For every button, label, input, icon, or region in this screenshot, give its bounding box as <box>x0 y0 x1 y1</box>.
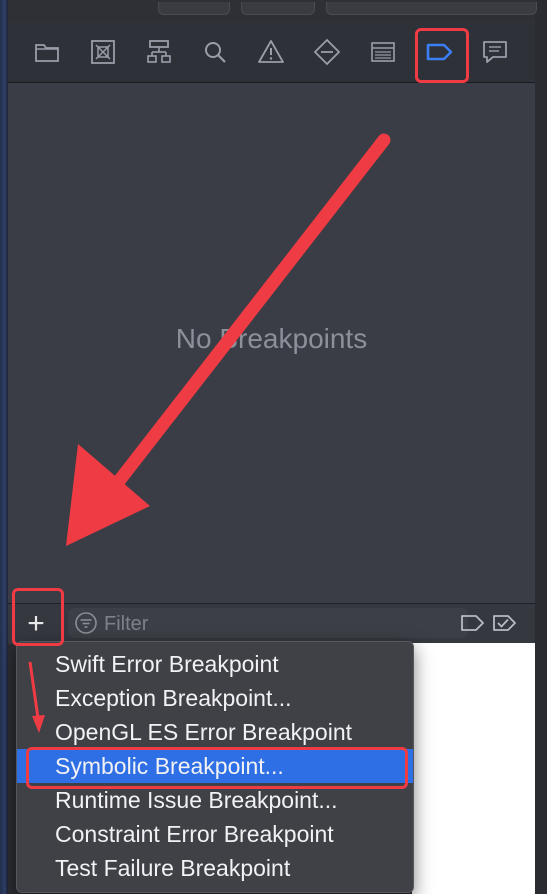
issue-navigator-icon[interactable] <box>256 37 286 67</box>
test-navigator-icon[interactable] <box>312 37 342 67</box>
menu-item-exception-breakpoint[interactable]: Exception Breakpoint... <box>17 681 413 715</box>
background-area <box>412 643 535 894</box>
filter-icon <box>75 612 97 634</box>
debug-navigator-icon[interactable] <box>368 37 398 67</box>
breakpoint-list-area: No Breakpoints <box>8 83 535 603</box>
menu-item-constraint-error-breakpoint[interactable]: Constraint Error Breakpoint <box>17 817 413 851</box>
symbol-navigator-icon[interactable] <box>144 37 174 67</box>
show-enabled-breakpoints-icon[interactable] <box>460 612 486 634</box>
menu-item-swift-error-breakpoint[interactable]: Swift Error Breakpoint <box>17 647 413 681</box>
menu-item-opengl-es-error-breakpoint[interactable]: OpenGL ES Error Breakpoint <box>17 715 413 749</box>
toolbar-tab[interactable] <box>326 2 537 15</box>
highlight-symbolic-item <box>26 747 408 789</box>
highlight-breakpoint-tab <box>415 28 469 83</box>
filter-field[interactable] <box>68 608 468 640</box>
show-modified-breakpoints-icon[interactable] <box>492 612 518 634</box>
top-toolbar-strip <box>8 0 537 21</box>
empty-state-label: No Breakpoints <box>175 323 368 354</box>
window-right-edge <box>535 0 547 894</box>
toolbar-tab[interactable] <box>241 2 315 15</box>
find-navigator-icon[interactable] <box>200 37 230 67</box>
report-navigator-icon[interactable] <box>480 37 510 67</box>
project-navigator-icon[interactable] <box>32 37 62 67</box>
source-control-icon[interactable] <box>88 37 118 67</box>
highlight-add-button <box>12 588 64 646</box>
window-left-edge <box>0 0 8 894</box>
toolbar-tab[interactable] <box>158 2 230 15</box>
menu-item-test-failure-breakpoint[interactable]: Test Failure Breakpoint <box>17 851 413 885</box>
filter-bar: + <box>8 603 535 644</box>
filter-input[interactable] <box>102 608 456 640</box>
